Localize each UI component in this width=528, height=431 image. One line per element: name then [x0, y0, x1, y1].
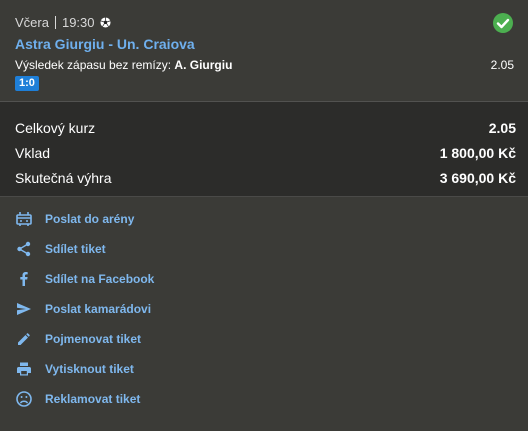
won-check-icon: [493, 13, 513, 33]
ticket-detail: Včera 19:30 Astra Giurgiu - Un. Craiova …: [0, 0, 528, 431]
match-day: Včera: [15, 15, 49, 30]
market-label: Výsledek zápasu bez remízy:: [15, 58, 172, 72]
action-label: Poslat kamarádovi: [45, 302, 152, 316]
arena-icon: [15, 210, 33, 228]
stake-value: 1 800,00 Kč: [439, 145, 516, 161]
share-facebook-link[interactable]: Sdílet na Facebook: [15, 269, 154, 289]
score-badge: 1:0: [15, 76, 39, 91]
action-label: Sdílet na Facebook: [45, 272, 155, 286]
match-meta: Včera 19:30: [15, 15, 111, 30]
action-label: Poslat do arény: [45, 212, 135, 226]
complain-ticket-link[interactable]: Reklamovat tiket: [15, 389, 140, 409]
action-label: Reklamovat tiket: [45, 392, 141, 406]
bet-odd: 2.05: [490, 58, 514, 72]
pencil-icon: [15, 330, 33, 348]
total-odds-value: 2.05: [488, 120, 516, 136]
bet-selection: A. Giurgiu: [174, 58, 233, 72]
match-block: Včera 19:30 Astra Giurgiu - Un. Craiova …: [0, 0, 528, 102]
total-odds-label: Celkový kurz: [15, 120, 96, 136]
match-time: 19:30: [61, 15, 95, 30]
divider: [54, 16, 56, 29]
football-icon: [99, 17, 111, 28]
send-icon: [15, 300, 33, 318]
print-ticket-link[interactable]: Vytisknout tiket: [15, 359, 134, 379]
send-to-arena-link[interactable]: Poslat do arény: [15, 209, 134, 229]
facebook-icon: [15, 270, 33, 288]
action-label: Sdílet tiket: [45, 242, 106, 256]
print-icon: [15, 360, 33, 378]
send-to-friend-link[interactable]: Poslat kamarádovi: [15, 299, 151, 319]
rename-ticket-link[interactable]: Pojmenovat tiket: [15, 329, 141, 349]
ticket-summary: Celkový kurz 2.05 Vklad 1 800,00 Kč Skut…: [0, 102, 528, 197]
win-value: 3 690,00 Kč: [439, 170, 516, 186]
total-odds-row: Celkový kurz 2.05: [15, 120, 516, 136]
win-row: Skutečná výhra 3 690,00 Kč: [15, 170, 516, 186]
match-teams-link[interactable]: Astra Giurgiu - Un. Craiova: [15, 36, 195, 52]
stake-label: Vklad: [15, 145, 51, 161]
bet-market: Výsledek zápasu bez remízy: A. Giurgiu: [15, 58, 232, 72]
stake-row: Vklad 1 800,00 Kč: [15, 145, 516, 161]
action-label: Vytisknout tiket: [45, 362, 134, 376]
action-label: Pojmenovat tiket: [45, 332, 142, 346]
share-icon: [15, 240, 33, 258]
share-ticket-link[interactable]: Sdílet tiket: [15, 239, 106, 259]
complaint-icon: [15, 390, 33, 408]
win-label: Skutečná výhra: [15, 170, 112, 186]
